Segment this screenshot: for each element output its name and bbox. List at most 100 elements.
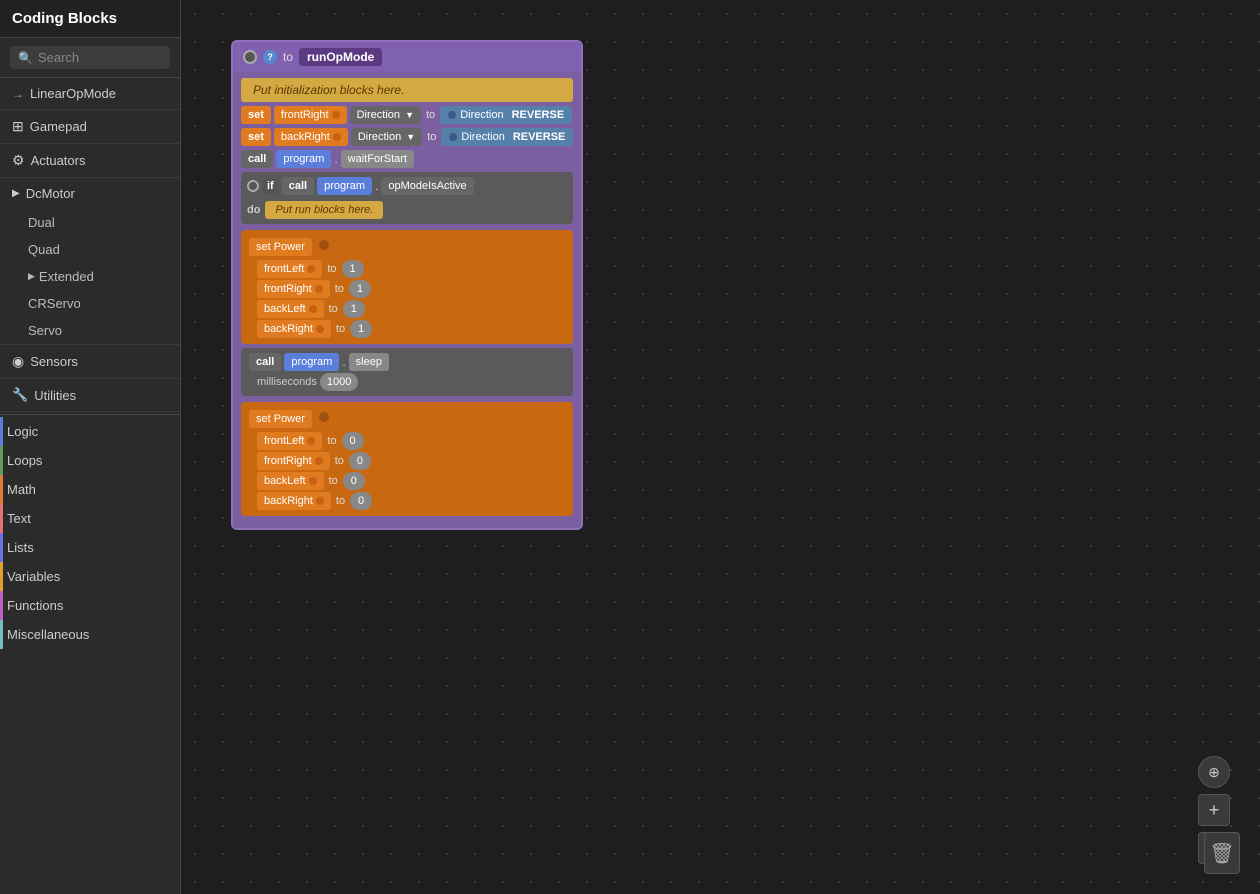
call-label-1: call	[241, 150, 273, 168]
sidebar-item-sensors[interactable]: ◉ Sensors	[0, 345, 180, 378]
direction-dot-1	[448, 111, 456, 119]
sidebar-item-label: Actuators	[31, 153, 86, 168]
block-gear-icon	[243, 50, 257, 64]
to-label-4: to	[333, 283, 346, 295]
sidebar-item-math[interactable]: Math	[0, 475, 180, 504]
set-power-row-2: set Power	[241, 406, 573, 430]
set-power-label-2: set Power	[249, 410, 312, 428]
wrench-icon: 🔧	[12, 387, 28, 403]
dot-1: .	[334, 152, 337, 166]
sidebar-item-label: DcMotor	[26, 186, 75, 201]
backright-block-1[interactable]: backRight	[257, 320, 331, 338]
program-sleep-label: program	[284, 353, 339, 371]
backright-dot	[333, 133, 341, 141]
sidebar-item-functions[interactable]: Functions	[0, 591, 180, 620]
dot-3: .	[342, 355, 345, 369]
misc-label: Miscellaneous	[7, 627, 89, 642]
frontright-dot	[332, 111, 340, 119]
search-container: 🔍	[0, 38, 180, 78]
frontleft-row-2: frontLeft to 0	[257, 432, 565, 450]
op-mode-block[interactable]: ? to runOpMode Put initialization blocks…	[231, 40, 583, 530]
sidebar-item-linearopmode[interactable]: → LinearOpMode	[0, 78, 180, 109]
val-1a: 1	[342, 260, 364, 278]
to-label-8: to	[333, 455, 346, 467]
search-input[interactable]	[38, 50, 162, 65]
trash-icon: 🗑	[1209, 841, 1234, 866]
init-placeholder: Put initialization blocks here.	[241, 78, 573, 102]
to-label-1: to	[424, 109, 437, 121]
search-icon: 🔍	[18, 51, 33, 65]
sidebar-item-gamepad[interactable]: ⊞ Gamepad	[0, 110, 180, 143]
frontright-row-2: frontRight to 0	[257, 452, 565, 470]
frontleft-block-2[interactable]: frontLeft	[257, 432, 322, 450]
if-gear-icon	[247, 180, 259, 192]
call-wait-for-start-row: call program . waitForStart	[241, 150, 573, 168]
sidebar-item-servo[interactable]: Servo	[0, 317, 180, 344]
set-backright-row: set backRight Direction ▼ to Direction R…	[241, 128, 573, 146]
sidebar-item-text[interactable]: Text	[0, 504, 180, 533]
sidebar-item-actuators[interactable]: ⚙ Actuators	[0, 144, 180, 177]
sidebar-item-label: LinearOpMode	[30, 86, 116, 101]
call-label-2: call	[282, 177, 314, 195]
sidebar: Coding Blocks 🔍 → LinearOpMode ⊞ Gamepad…	[0, 0, 181, 894]
wait-for-start: waitForStart	[341, 150, 414, 168]
text-label: Text	[7, 511, 31, 526]
backright-row-2: backRight to 0	[257, 492, 565, 510]
call-sleep-row: call program . sleep	[249, 353, 565, 371]
sidebar-item-miscellaneous[interactable]: Miscellaneous	[0, 620, 180, 649]
backright-row-1: backRight to 1	[257, 320, 565, 338]
run-op-mode-label: runOpMode	[299, 48, 382, 66]
backleft-block-1[interactable]: backLeft	[257, 300, 324, 318]
if-label: if	[262, 178, 279, 194]
sidebar-item-lists[interactable]: Lists	[0, 533, 180, 562]
to-label-3: to	[325, 263, 338, 275]
val-1c: 1	[343, 300, 365, 318]
help-dot: ?	[263, 50, 277, 64]
val-1b: 1	[349, 280, 371, 298]
if-row: if call program . opModeIsActive	[241, 174, 573, 198]
val-0a: 0	[342, 432, 364, 450]
canvas[interactable]: ? to runOpMode Put initialization blocks…	[181, 0, 1260, 894]
sidebar-item-dcmotor[interactable]: ▶ DcMotor	[0, 178, 180, 209]
sidebar-item-extended[interactable]: ▶ Extended	[0, 263, 180, 290]
center-button[interactable]: ⊕	[1198, 756, 1230, 788]
sidebar-item-utilities[interactable]: 🔧 Utilities	[0, 379, 180, 411]
to-label-2: to	[425, 131, 438, 143]
sidebar-item-label: Utilities	[34, 388, 76, 403]
trash-button[interactable]: 🗑	[1204, 832, 1240, 874]
direction-dot-2	[449, 133, 457, 141]
op-mode-active: opModeIsActive	[381, 177, 473, 195]
divider	[0, 414, 180, 415]
val-0c: 0	[343, 472, 365, 490]
backright-block[interactable]: backRight	[274, 128, 348, 146]
sidebar-title: Coding Blocks	[0, 0, 180, 38]
frontright-block-2[interactable]: frontRight	[257, 452, 330, 470]
frontleft-block-1[interactable]: frontLeft	[257, 260, 322, 278]
direction-value-1: Direction REVERSE	[440, 106, 572, 124]
arrow-icon: →	[12, 87, 24, 101]
backright-block-2[interactable]: backRight	[257, 492, 331, 510]
do-row: do Put run blocks here.	[241, 198, 573, 222]
program-label-1: program	[276, 150, 331, 168]
val-0b: 0	[349, 452, 371, 470]
sidebar-item-dual[interactable]: Dual	[0, 209, 180, 236]
to-label: to	[283, 50, 293, 64]
triangle-small-icon: ▶	[28, 271, 35, 282]
power-dot-2	[319, 412, 329, 422]
backleft-block-2[interactable]: backLeft	[257, 472, 324, 490]
section-sensors: ◉ Sensors	[0, 345, 180, 379]
section-dcmotor: ▶ DcMotor Dual Quad ▶ Extended CRServo S…	[0, 178, 180, 345]
frontright-block[interactable]: frontRight	[274, 106, 347, 124]
sidebar-item-loops[interactable]: Loops	[0, 446, 180, 475]
frontright-block-1[interactable]: frontRight	[257, 280, 330, 298]
sidebar-item-quad[interactable]: Quad	[0, 236, 180, 263]
sidebar-item-variables[interactable]: Variables	[0, 562, 180, 591]
backleft-row-2: backLeft to 0	[257, 472, 565, 490]
sleep-block: call program . sleep milliseconds 1000	[241, 348, 573, 396]
sidebar-item-logic[interactable]: Logic	[0, 417, 180, 446]
loops-label: Loops	[7, 453, 42, 468]
zoom-in-button[interactable]: +	[1198, 794, 1230, 826]
sidebar-item-crservo[interactable]: CRServo	[0, 290, 180, 317]
op-mode-header: ? to runOpMode	[233, 42, 581, 72]
gear-icon: ⚙	[12, 152, 25, 169]
